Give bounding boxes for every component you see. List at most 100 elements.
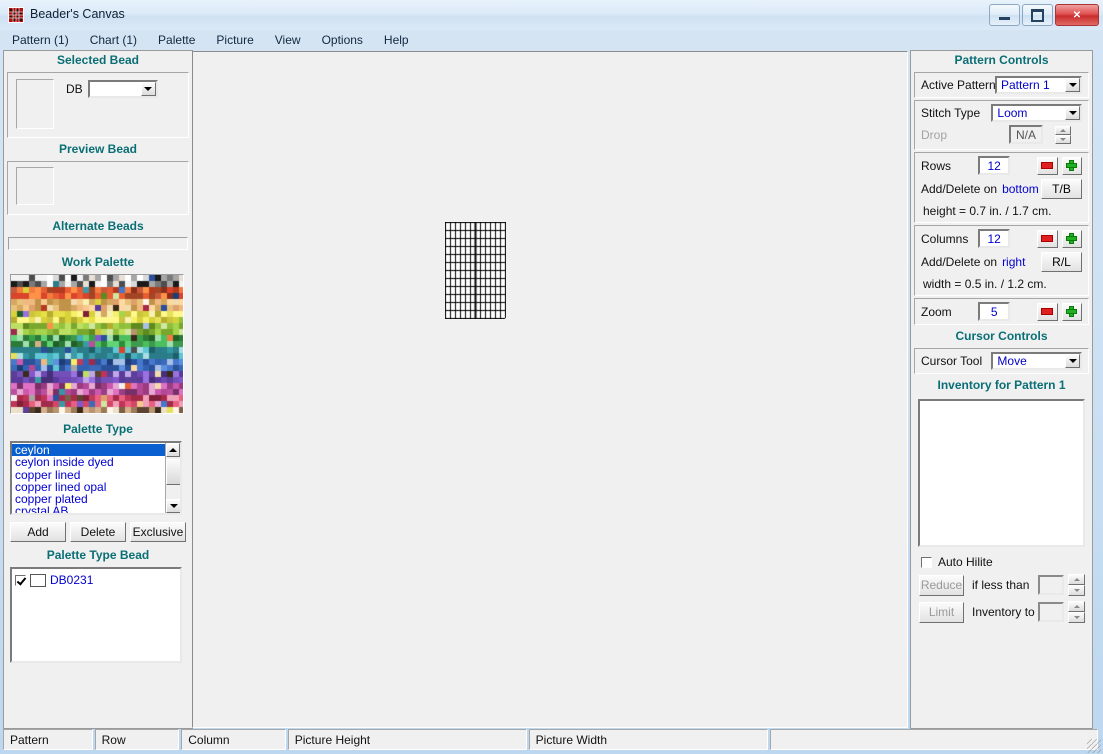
rows-adddelete-value: bottom	[1002, 182, 1039, 196]
reduce-spinner[interactable]	[1068, 574, 1085, 596]
palette-type-bead-group: DB0231	[4, 565, 192, 669]
palette-type-bead-header: Palette Type Bead	[46, 548, 150, 562]
list-item[interactable]: crystal AB	[12, 505, 180, 513]
cursor-tool-arrow[interactable]	[1065, 354, 1080, 368]
exclusive-button[interactable]: Exclusive	[130, 522, 186, 542]
bead-grid[interactable]	[445, 222, 506, 319]
menu-bar: Pattern (1) Chart (1) Palette Picture View Op…	[0, 30, 1103, 50]
reduce-spin-down[interactable]	[1068, 585, 1085, 596]
reduce-condition-label: if less than	[972, 578, 1030, 592]
active-pattern-arrow[interactable]	[1065, 78, 1080, 92]
reduce-button[interactable]: Reduce	[919, 574, 964, 596]
columns-input[interactable]: 12	[978, 229, 1011, 248]
list-item[interactable]: DB0231	[15, 573, 177, 587]
limit-spin-down[interactable]	[1068, 612, 1085, 623]
drop-label: Drop	[921, 127, 948, 142]
status-panel: Picture Width	[528, 729, 768, 750]
limit-button[interactable]: Limit	[919, 601, 964, 623]
plus-icon	[1066, 306, 1078, 317]
drop-spinner[interactable]	[1055, 125, 1071, 144]
maximize-button[interactable]	[1022, 4, 1053, 26]
stitch-type-label: Stitch Type	[921, 106, 981, 120]
chevron-down-icon	[1068, 359, 1077, 363]
triangle-down-icon	[1073, 616, 1080, 619]
palette-type-scrollbar[interactable]	[165, 443, 180, 513]
cursor-tool-combo[interactable]: Move	[991, 352, 1082, 370]
menu-help[interactable]: Help	[384, 33, 409, 47]
rows-input[interactable]: 12	[978, 156, 1011, 175]
alternate-beads-strip[interactable]	[8, 237, 188, 250]
auto-hilite-row[interactable]: Auto Hilite	[911, 551, 1092, 571]
work-palette-canvas[interactable]	[10, 274, 184, 414]
stitch-type-combo[interactable]: Loom	[991, 104, 1082, 122]
status-bar: Pattern Row Column Picture Height Picture Wi…	[3, 729, 1100, 750]
limit-value-input[interactable]	[1038, 602, 1064, 622]
active-pattern-combo[interactable]: Pattern 1	[995, 76, 1082, 94]
maximize-icon	[1031, 8, 1044, 22]
columns-rl-button[interactable]: R/L	[1041, 252, 1082, 272]
minus-icon	[1041, 308, 1054, 315]
close-button[interactable]: ✕	[1055, 4, 1099, 26]
bead-color-swatch	[30, 573, 46, 587]
menu-options[interactable]: Options	[322, 33, 363, 47]
app-icon	[8, 7, 24, 23]
zoom-minus-button[interactable]	[1037, 302, 1058, 321]
menu-pattern[interactable]: Pattern (1)	[12, 33, 69, 47]
zoom-group: Zoom 5	[914, 298, 1089, 325]
scroll-down-button[interactable]	[166, 499, 180, 513]
minimize-button[interactable]	[989, 4, 1020, 26]
drop-spin-down[interactable]	[1055, 134, 1071, 144]
palette-type-bead-listbox[interactable]: DB0231	[10, 567, 182, 663]
chevron-down-icon	[1068, 111, 1077, 115]
bead-label: DB0231	[50, 573, 94, 587]
scroll-up-button[interactable]	[166, 443, 180, 457]
left-panel: Selected Bead DB Preview Bead Alternate …	[3, 50, 193, 729]
reduce-value-input[interactable]	[1038, 575, 1064, 595]
rows-minus-button[interactable]	[1037, 156, 1058, 175]
menu-palette[interactable]: Palette	[158, 33, 195, 47]
application-window: Beader's Canvas ✕ Pattern (1) Chart (1) Pa…	[0, 0, 1103, 754]
columns-plus-button[interactable]	[1061, 229, 1082, 248]
inventory-listbox[interactable]	[918, 399, 1085, 547]
limit-spinner[interactable]	[1068, 601, 1085, 623]
menu-chart[interactable]: Chart (1)	[90, 33, 137, 47]
zoom-plus-button[interactable]	[1061, 302, 1082, 321]
minus-icon	[1041, 235, 1054, 242]
cursor-tool-group: Cursor Tool Move	[914, 348, 1089, 374]
height-text: height = 0.7 in. / 1.7 cm.	[923, 204, 1052, 218]
bead-checkbox[interactable]	[15, 574, 26, 586]
add-button[interactable]: Add	[10, 522, 66, 542]
triangle-up-icon	[1073, 578, 1080, 581]
delete-button[interactable]: Delete	[70, 522, 126, 542]
scroll-thumb[interactable]	[166, 459, 180, 485]
resize-grip-icon[interactable]	[1087, 739, 1101, 753]
db-combo-arrow[interactable]	[140, 82, 156, 96]
width-text: width = 0.5 in. / 1.2 cm.	[923, 277, 1047, 291]
stitch-type-arrow[interactable]	[1065, 106, 1080, 120]
cursor-tool-label: Cursor Tool	[921, 354, 983, 368]
palette-type-buttons: Add Delete Exclusive	[4, 519, 192, 546]
rows-tb-button[interactable]: T/B	[1041, 179, 1082, 199]
plus-icon	[1066, 160, 1078, 171]
minus-icon	[1041, 162, 1054, 169]
columns-minus-button[interactable]	[1037, 229, 1058, 248]
alternate-beads-header: Alternate Beads	[52, 219, 144, 233]
palette-type-group: ceylon ceylon inside dyed copper lined copp…	[4, 439, 192, 519]
db-combo[interactable]	[87, 80, 158, 98]
auto-hilite-checkbox[interactable]	[921, 556, 932, 568]
limit-condition-label: Inventory to	[972, 605, 1035, 619]
palette-type-listbox[interactable]: ceylon ceylon inside dyed copper lined copp…	[10, 441, 182, 515]
menu-view[interactable]: View	[275, 33, 301, 47]
menu-picture[interactable]: Picture	[216, 33, 253, 47]
drop-spin-up[interactable]	[1055, 125, 1071, 135]
active-pattern-group: Active Pattern Pattern 1	[914, 72, 1089, 98]
rows-plus-button[interactable]	[1061, 156, 1082, 175]
pattern-canvas[interactable]	[192, 51, 908, 728]
window-title: Beader's Canvas	[30, 7, 125, 21]
reduce-spin-up[interactable]	[1068, 574, 1085, 585]
work-palette-header: Work Palette	[61, 255, 135, 269]
list-item[interactable]: ceylon inside dyed	[12, 456, 180, 469]
db-label: DB	[66, 82, 83, 96]
zoom-input[interactable]: 5	[978, 302, 1011, 321]
limit-spin-up[interactable]	[1068, 601, 1085, 612]
